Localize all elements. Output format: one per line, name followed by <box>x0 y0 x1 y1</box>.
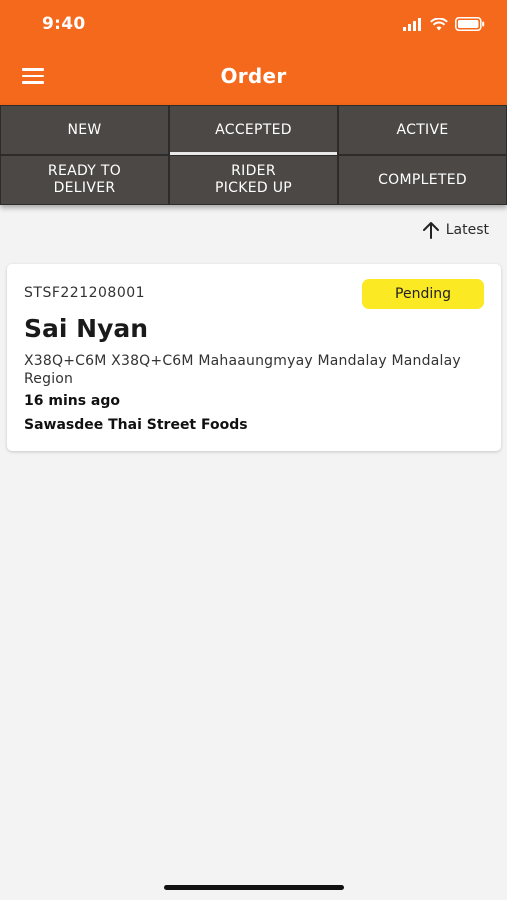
wifi-icon <box>430 17 448 30</box>
tab-ready-to-deliver[interactable]: READY TO DELIVER <box>0 155 169 205</box>
page-title: Order <box>220 64 287 88</box>
tab-completed[interactable]: COMPLETED <box>338 155 507 205</box>
app-header: 9:40 Order <box>0 0 507 105</box>
cellular-signal-icon <box>403 17 421 31</box>
order-screen: 9:40 Order NEW ACCEPTED ACTIVE READY TO … <box>0 0 507 900</box>
battery-icon <box>455 17 485 31</box>
delivery-address: X38Q+C6M X38Q+C6M Mahaaungmyay Mandalay … <box>24 353 461 387</box>
customer-name: Sai Nyan <box>24 314 149 343</box>
arrow-up-icon <box>422 222 439 239</box>
tab-rider-picked-up[interactable]: RIDER PICKED UP <box>169 155 338 205</box>
status-time: 9:40 <box>42 14 86 34</box>
tab-new[interactable]: NEW <box>0 105 169 155</box>
home-indicator[interactable] <box>164 885 344 890</box>
order-status-tabs: NEW ACCEPTED ACTIVE READY TO DELIVER RID… <box>0 105 507 205</box>
shop-name: Sawasdee Thai Street Foods <box>24 417 248 433</box>
status-icons <box>403 17 485 31</box>
order-id: STSF221208001 <box>24 285 146 301</box>
order-time: 16 mins ago <box>24 393 121 409</box>
tab-accepted[interactable]: ACCEPTED <box>169 105 338 155</box>
tab-active[interactable]: ACTIVE <box>338 105 507 155</box>
status-badge: Pending <box>362 279 484 309</box>
sort-latest-button[interactable]: Latest <box>422 221 489 239</box>
sort-label: Latest <box>445 222 489 238</box>
order-card[interactable]: STSF221208001 Pending Sai Nyan X38Q+C6M … <box>7 264 501 451</box>
